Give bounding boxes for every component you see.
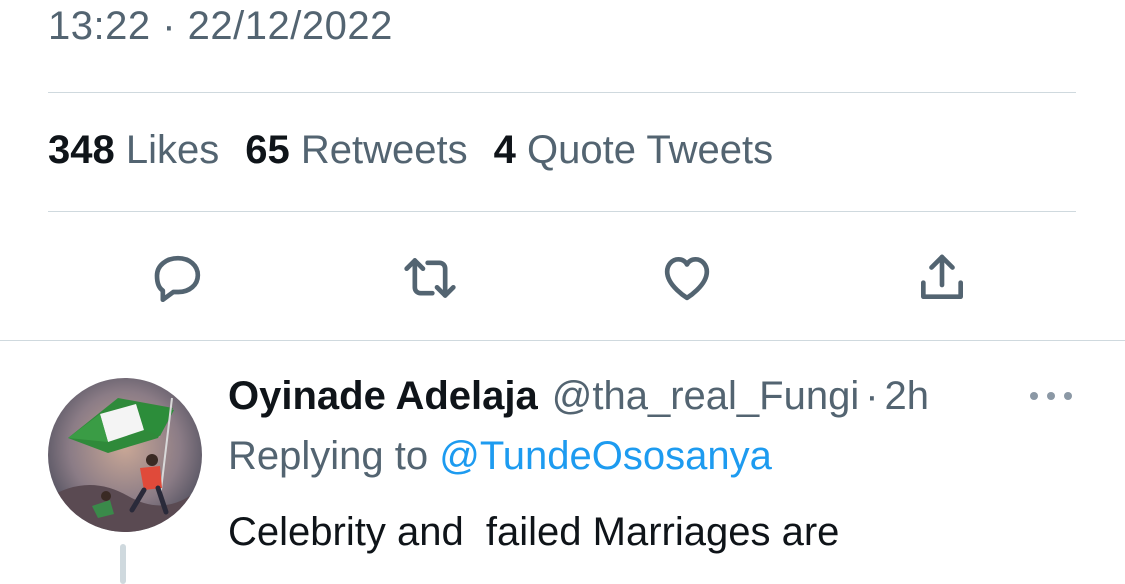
- reply-author-name[interactable]: Oyinade Adelaja: [228, 374, 538, 419]
- like-button[interactable]: [657, 248, 717, 308]
- replying-prefix: Replying to: [228, 434, 429, 478]
- avatar-image: [48, 378, 202, 532]
- more-options-icon[interactable]: [1028, 386, 1074, 406]
- divider-middle: [48, 211, 1076, 212]
- retweet-button[interactable]: [400, 248, 460, 308]
- likes-count: 348: [48, 128, 115, 172]
- quote-tweets-label: Quote Tweets: [527, 128, 774, 172]
- retweets-stat[interactable]: 65 Retweets: [245, 128, 467, 173]
- divider-top: [48, 92, 1076, 93]
- reply-icon: [154, 255, 201, 303]
- likes-stat[interactable]: 348 Likes: [48, 128, 219, 173]
- reply-header: Oyinade Adelaja @tha_real_Fungi · 2h: [228, 374, 929, 419]
- like-icon: [664, 257, 710, 301]
- quote-tweets-stat[interactable]: 4 Quote Tweets: [494, 128, 773, 173]
- reply-body-text: Celebrity and failed Marriages are: [228, 510, 840, 554]
- replying-to-line: Replying to @TundeOsosanya: [228, 434, 772, 479]
- replying-to-mention[interactable]: @TundeOsosanya: [439, 434, 772, 478]
- thread-line: [120, 544, 126, 584]
- share-icon: [921, 254, 963, 299]
- reply-tweet[interactable]: Oyinade Adelaja @tha_real_Fungi · 2h Rep…: [0, 340, 1125, 584]
- likes-label: Likes: [125, 128, 220, 172]
- share-button[interactable]: [912, 248, 972, 308]
- tweet-action-bar: [0, 248, 1125, 308]
- retweets-count: 65: [245, 128, 290, 172]
- tweet-stats: 348 Likes 65 Retweets 4 Quote Tweets: [48, 128, 773, 173]
- reply-time[interactable]: 2h: [885, 374, 930, 419]
- avatar[interactable]: [48, 378, 202, 532]
- retweet-icon: [404, 258, 456, 298]
- quote-tweets-count: 4: [493, 128, 516, 172]
- reply-button[interactable]: [148, 248, 208, 308]
- reply-author-handle[interactable]: @tha_real_Fungi: [552, 374, 859, 419]
- header-separator: ·: [865, 374, 879, 418]
- tweet-timestamp[interactable]: 13:22 · 22/12/2022: [48, 4, 393, 49]
- retweets-label: Retweets: [300, 128, 468, 172]
